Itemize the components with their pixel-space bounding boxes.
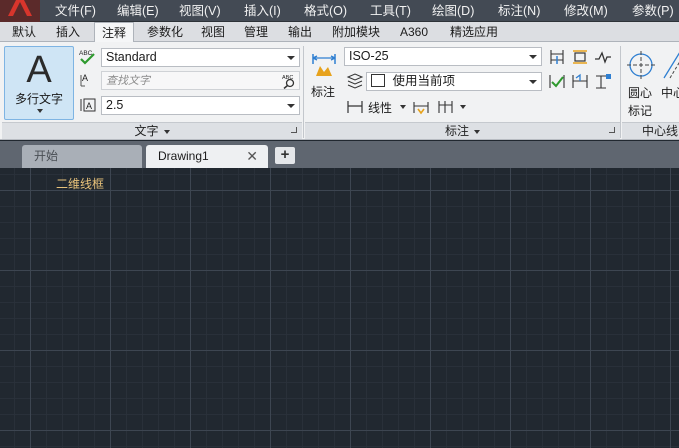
menu-parametric[interactable]: 参数(P) <box>632 0 674 22</box>
drawing-tab-label: Drawing1 <box>158 149 209 163</box>
continue-dimension-icon[interactable] <box>437 97 455 115</box>
dimension-jog-icon[interactable] <box>594 48 612 66</box>
chevron-down-icon <box>163 129 170 134</box>
tab-featured-apps[interactable]: 精选应用 <box>444 22 504 42</box>
center-mark-label-2[interactable]: 标记 <box>628 102 652 119</box>
reassociate-icon[interactable] <box>548 72 566 90</box>
tab-a360[interactable]: A360 <box>394 22 434 42</box>
tab-insert[interactable]: 插入 <box>50 22 86 42</box>
center-mark-icon[interactable] <box>626 50 656 80</box>
plus-icon: + <box>280 146 290 163</box>
tab-parametric[interactable]: 参数化 <box>142 22 188 42</box>
dimension-layer-dropdown[interactable]: 使用当前项 <box>366 72 542 91</box>
dimension-panel-title[interactable]: 标注 <box>305 122 620 139</box>
ribbon-panel-area: A 多行文字 ABC Standard A 查找文字 ABC A 2.5 文字 … <box>0 42 679 140</box>
panel-divider <box>303 46 304 138</box>
multiline-text-label: 多行文字 <box>14 92 63 106</box>
text-height-dropdown[interactable]: 2.5 <box>101 96 300 115</box>
layer-color-swatch <box>371 74 385 87</box>
find-text-field[interactable]: 查找文字 ABC <box>101 71 300 90</box>
tab-manage[interactable]: 管理 <box>238 22 274 42</box>
update-dimension-icon[interactable] <box>571 72 589 90</box>
dialog-launcher-icon[interactable] <box>609 127 615 133</box>
centerline-icon[interactable] <box>662 50 679 80</box>
find-text-icon: A <box>80 73 88 87</box>
start-tab[interactable]: 开始 <box>22 145 142 168</box>
dialog-launcher-icon[interactable] <box>291 127 297 133</box>
svg-text:A: A <box>86 101 92 111</box>
dimension-style-dropdown[interactable]: ISO-25 <box>344 47 542 66</box>
menu-edit[interactable]: 编辑(E) <box>117 0 159 22</box>
menu-format[interactable]: 格式(O) <box>304 0 347 22</box>
linear-dimension-label[interactable]: 线性 <box>368 99 392 116</box>
new-tab-button[interactable]: + <box>275 147 295 164</box>
chevron-down-icon <box>474 129 480 134</box>
drawing-tab[interactable]: Drawing1 ✕ <box>146 145 268 168</box>
app-logo-icon[interactable] <box>0 0 40 22</box>
tab-view[interactable]: 视图 <box>196 22 230 42</box>
close-icon[interactable]: ✕ <box>246 145 258 167</box>
inspect-dimension-icon[interactable] <box>571 48 589 66</box>
start-tab-label: 开始 <box>34 149 59 163</box>
menu-draw[interactable]: 绘图(D) <box>432 0 474 22</box>
chevron-down-icon <box>37 109 43 113</box>
layer-stack-icon <box>346 73 364 89</box>
linear-dimension-icon[interactable] <box>346 97 364 115</box>
multiline-text-icon: A <box>26 49 52 91</box>
text-panel-title[interactable]: 文字 <box>2 122 302 139</box>
centerline-panel-title[interactable]: 中心线 <box>622 122 679 139</box>
dimension-label[interactable]: 标注 <box>311 83 335 100</box>
menu-modify[interactable]: 修改(M) <box>564 0 608 22</box>
tab-home[interactable]: 默认 <box>4 22 44 42</box>
adjust-space-icon[interactable] <box>548 48 566 66</box>
find-text-placeholder: 查找文字 <box>106 75 150 87</box>
text-style-dropdown[interactable]: Standard <box>101 48 300 67</box>
multiline-text-button[interactable]: A 多行文字 <box>4 46 74 120</box>
text-height-icon: A <box>80 98 96 112</box>
override-dimension-icon[interactable] <box>594 72 612 90</box>
tab-output[interactable]: 输出 <box>282 22 318 42</box>
find-replace-icon[interactable]: ABC <box>281 73 297 89</box>
text-style-value: Standard <box>106 50 157 64</box>
file-tab-bar: 开始 Drawing1 ✕ + <box>0 141 679 168</box>
menu-dimension[interactable]: 标注(N) <box>498 0 540 22</box>
center-mark-label[interactable]: 圆心 <box>628 84 652 101</box>
check-spelling-icon[interactable]: ABC <box>79 48 97 66</box>
quick-dimension-icon[interactable] <box>412 97 430 115</box>
text-panel-title-label: 文字 <box>134 124 159 138</box>
ribbon-tab-bar: 默认 插入 注释 参数化 视图 管理 输出 附加模块 A360 精选应用 <box>0 22 679 60</box>
tab-annotate[interactable]: 注释 <box>94 22 134 43</box>
menu-file[interactable]: 文件(F) <box>55 0 96 22</box>
chevron-down-icon <box>529 55 537 59</box>
dimension-panel-title-label: 标注 <box>444 124 469 138</box>
autocad-window: 文件(F) 编辑(E) 视图(V) 插入(I) 格式(O) 工具(T) 绘图(D… <box>0 0 679 448</box>
menu-bar: 文件(F) 编辑(E) 视图(V) 插入(I) 格式(O) 工具(T) 绘图(D… <box>0 0 679 22</box>
menu-insert[interactable]: 插入(I) <box>244 0 281 22</box>
centerline-label[interactable]: 中心 <box>661 84 679 101</box>
chevron-down-icon <box>287 56 295 60</box>
menu-tools[interactable]: 工具(T) <box>370 0 411 22</box>
chevron-down-icon[interactable] <box>400 105 406 109</box>
dimension-icon[interactable] <box>310 50 338 78</box>
chevron-down-icon[interactable] <box>460 105 466 109</box>
panel-divider <box>620 46 621 138</box>
dimension-layer-value: 使用当前项 <box>392 74 455 88</box>
dimension-style-value: ISO-25 <box>349 49 389 63</box>
tab-addins[interactable]: 附加模块 <box>326 22 386 42</box>
svg-text:A: A <box>82 73 88 83</box>
chevron-down-icon <box>287 104 295 108</box>
drawing-canvas[interactable]: 二维线框 <box>0 168 679 448</box>
visual-style-control[interactable]: 二维线框 <box>56 175 104 192</box>
centerline-panel-title-label: 中心线 <box>642 124 679 138</box>
text-height-value: 2.5 <box>106 98 124 112</box>
menu-view[interactable]: 视图(V) <box>179 0 221 22</box>
chevron-down-icon <box>529 80 537 84</box>
